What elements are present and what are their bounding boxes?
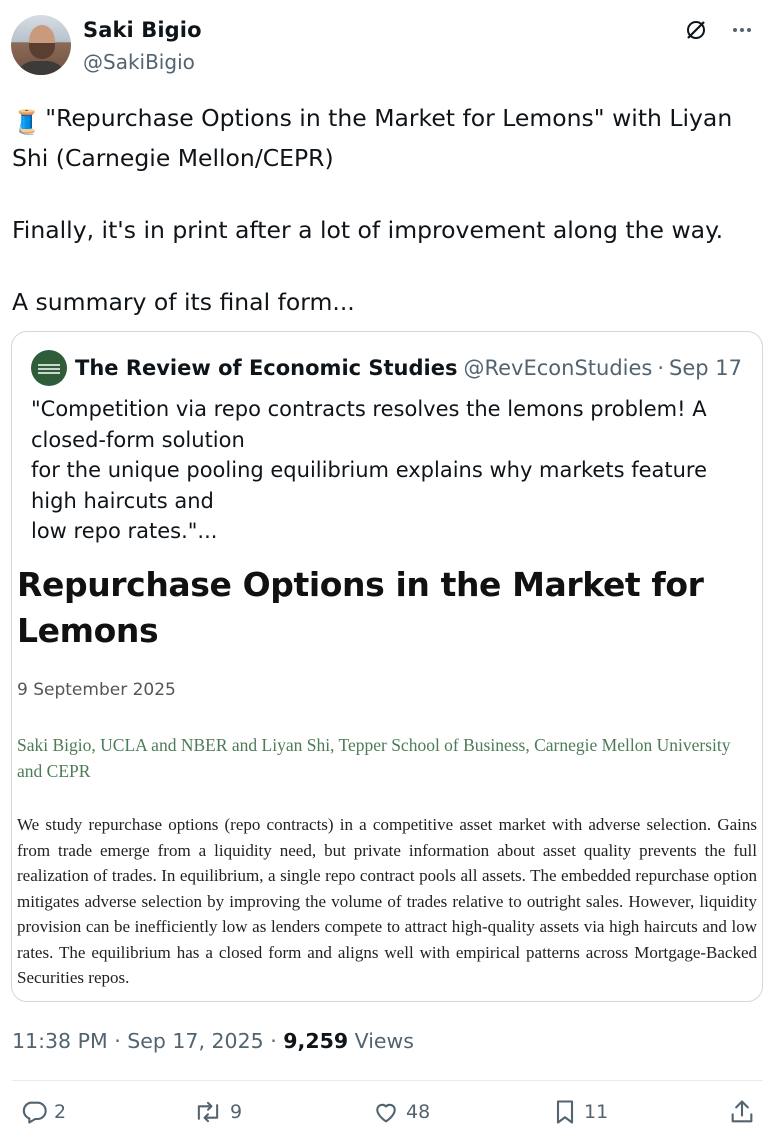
reply-icon <box>20 1098 48 1126</box>
quoted-tweet-card[interactable]: The Review of Economic Studies @RevEconS… <box>11 331 763 1002</box>
meta-separator: · <box>114 1029 128 1053</box>
quote-date: Sep 17 <box>669 356 743 380</box>
top-actions <box>684 18 754 42</box>
reply-button[interactable]: 2 <box>20 1098 66 1126</box>
like-icon <box>372 1098 400 1126</box>
paper-abstract: We study repurchase options (repo contra… <box>17 815 757 987</box>
tweet-meta: 11:38 PM · Sep 17, 2025 · 9,259 Views <box>12 1029 414 1053</box>
tweet-time[interactable]: 11:38 PM <box>12 1029 108 1053</box>
paper-title: Repurchase Options in the Market for Lem… <box>17 565 704 650</box>
journal-logo-icon <box>31 350 67 386</box>
grok-icon[interactable] <box>684 18 708 42</box>
share-button[interactable] <box>728 1098 756 1126</box>
quote-text: "Competition via repo contracts resolves… <box>31 397 708 543</box>
reply-count: 2 <box>54 1101 67 1123</box>
meta-separator: · <box>270 1029 284 1053</box>
divider <box>12 1080 763 1081</box>
action-bar: 2 9 48 11 <box>0 1098 772 1138</box>
views-label: Views <box>354 1029 414 1053</box>
thread-emoji: 🧵 <box>12 108 42 136</box>
like-button[interactable]: 48 <box>372 1098 430 1126</box>
repost-count: 9 <box>230 1101 243 1123</box>
avatar[interactable] <box>11 15 71 75</box>
author-handle[interactable]: @SakiBigio <box>83 50 195 74</box>
author-name[interactable]: Saki Bigio <box>83 18 202 42</box>
quote-separator: · <box>657 356 665 380</box>
views-count: 9,259 <box>283 1029 349 1053</box>
repost-icon <box>192 1098 224 1126</box>
avatar-shirt <box>15 61 67 75</box>
tweet-body: "Repurchase Options in the Market for Le… <box>12 104 733 316</box>
bookmark-icon <box>552 1098 578 1126</box>
tweet-text: 🧵 "Repurchase Options in the Market for L… <box>12 100 757 320</box>
like-count: 48 <box>406 1101 431 1123</box>
bookmark-count: 11 <box>584 1101 609 1123</box>
quote-header: The Review of Economic Studies @RevEconS… <box>31 350 742 386</box>
tweet-date[interactable]: Sep 17, 2025 <box>127 1029 263 1053</box>
more-icon[interactable] <box>730 18 754 42</box>
share-icon <box>728 1098 756 1126</box>
paper-date: 9 September 2025 <box>17 680 176 700</box>
quote-account-name[interactable]: The Review of Economic Studies <box>75 356 457 380</box>
avatar-beard <box>29 43 55 59</box>
bookmark-button[interactable]: 11 <box>552 1098 608 1126</box>
quote-account-handle: @RevEconStudies <box>463 356 653 380</box>
paper-authors: Saki Bigio, UCLA and NBER and Liyan Shi,… <box>17 735 731 781</box>
repost-button[interactable]: 9 <box>192 1098 242 1126</box>
